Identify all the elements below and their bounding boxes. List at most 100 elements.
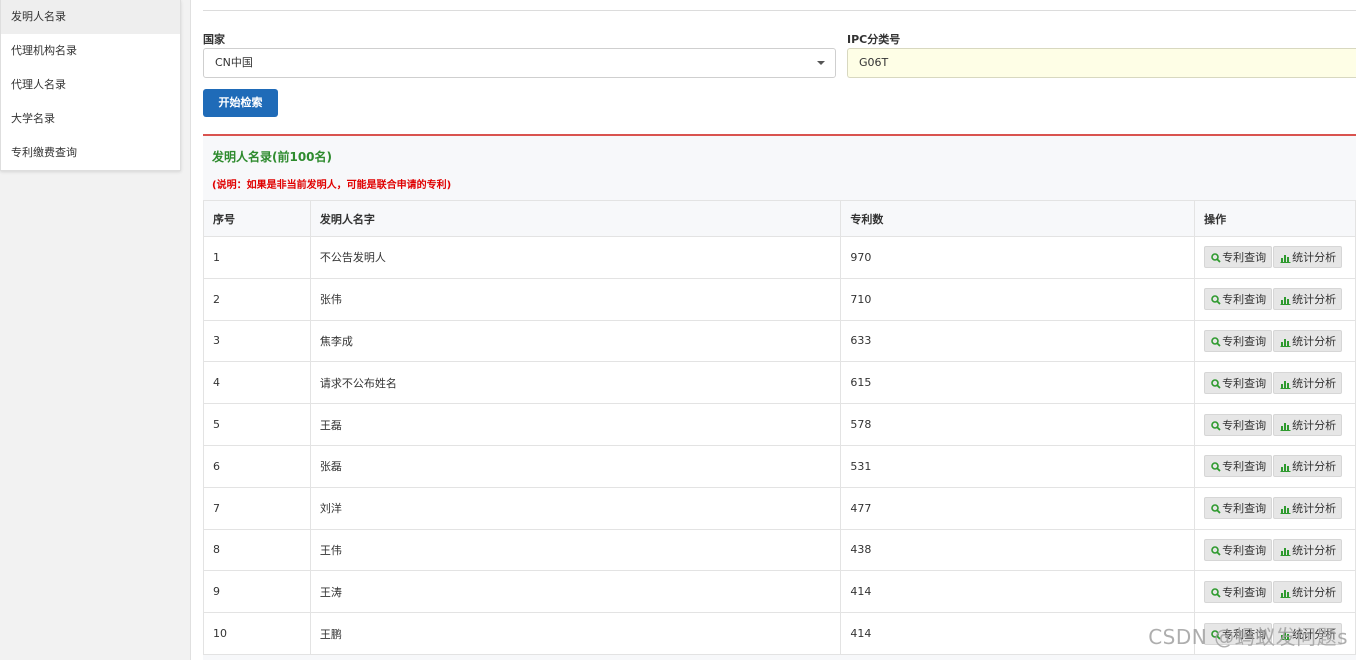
- stats-analysis-label: 统计分析: [1292, 585, 1337, 599]
- header-actions: 操作: [1194, 200, 1356, 237]
- header-count: 专利数: [840, 200, 1196, 237]
- stats-analysis-button[interactable]: 统计分析: [1273, 497, 1343, 520]
- stats-analysis-button[interactable]: 统计分析: [1273, 246, 1343, 269]
- patent-search-button[interactable]: 专利查询: [1204, 329, 1273, 352]
- table-row: 5 王磊 578 专利查询 统计分析: [203, 403, 1356, 446]
- cell-actions: 专利查询 统计分析: [1194, 403, 1356, 446]
- cell-count: 970: [840, 236, 1196, 279]
- magnifier-icon: [1211, 251, 1222, 264]
- cell-count: 531: [840, 444, 1196, 488]
- header-name: 发明人名字: [309, 200, 842, 237]
- table-row: 8 王伟 438 专利查询 统计分析: [203, 528, 1356, 572]
- ipc-label: IPC分类号: [847, 33, 901, 46]
- stats-analysis-label: 统计分析: [1292, 502, 1337, 516]
- country-select-value: CN中国: [215, 56, 253, 69]
- magnifier-icon: [1211, 586, 1222, 599]
- patent-search-button[interactable]: 专利查询: [1204, 497, 1273, 520]
- stats-analysis-button[interactable]: 统计分析: [1273, 580, 1343, 603]
- cell-name: 张磊: [309, 444, 842, 488]
- cell-no: 7: [203, 486, 311, 530]
- table-row: 4 请求不公布姓名 615 专利查询 统计分析: [203, 361, 1356, 405]
- cell-name: 王涛: [309, 570, 842, 614]
- results-panel: 发明人名录(前100名) (说明：如果是非当前发明人，可能是联合申请的专利) 序…: [203, 134, 1356, 660]
- patent-search-label: 专利查询: [1222, 543, 1267, 557]
- patent-search-button[interactable]: 专利查询: [1204, 288, 1273, 311]
- main-content: 国家 IPC分类号 CN中国 G06T 开始检索 发明人名录(前100名) (说…: [203, 0, 1356, 660]
- cell-name: 王伟: [309, 528, 842, 572]
- bar-chart-icon: [1280, 335, 1292, 348]
- cell-count: 615: [840, 361, 1196, 405]
- cell-count: 438: [840, 528, 1196, 572]
- cell-no: 5: [203, 403, 311, 446]
- stats-analysis-label: 统计分析: [1292, 376, 1337, 390]
- sidebar-item-universities[interactable]: 大学名录: [1, 102, 180, 136]
- patent-search-button[interactable]: 专利查询: [1204, 371, 1273, 394]
- magnifier-icon: [1211, 544, 1222, 557]
- inventor-table: 序号 发明人名字 专利数 操作 1 不公告发明人 970 专利查询 统计分析 2 张伟 710…: [203, 200, 1356, 655]
- patent-search-label: 专利查询: [1222, 334, 1267, 348]
- stats-analysis-button[interactable]: 统计分析: [1273, 329, 1343, 352]
- patent-search-button[interactable]: 专利查询: [1204, 246, 1273, 269]
- stats-analysis-label: 统计分析: [1292, 334, 1337, 348]
- bar-chart-icon: [1280, 293, 1292, 306]
- cell-no: 3: [203, 319, 311, 363]
- table-header-row: 序号 发明人名字 专利数 操作: [203, 200, 1356, 237]
- caret-down-icon: [817, 61, 825, 65]
- patent-search-button[interactable]: 专利查询: [1204, 580, 1273, 603]
- cell-name: 张伟: [309, 277, 842, 321]
- panel-note: (说明：如果是非当前发明人，可能是联合申请的专利): [212, 180, 452, 191]
- cell-no: 4: [203, 361, 311, 405]
- table-row: 3 焦李成 633 专利查询 统计分析: [203, 319, 1356, 363]
- cell-count: 633: [840, 319, 1196, 363]
- stats-analysis-label: 统计分析: [1292, 251, 1337, 265]
- stats-analysis-button[interactable]: 统计分析: [1273, 413, 1343, 436]
- bar-chart-icon: [1280, 419, 1292, 432]
- stats-analysis-button[interactable]: 统计分析: [1273, 371, 1343, 394]
- search-button[interactable]: 开始检索: [203, 89, 278, 117]
- cell-actions: 专利查询 统计分析: [1194, 486, 1356, 530]
- bar-chart-icon: [1280, 544, 1292, 557]
- table-row: 1 不公告发明人 970 专利查询 统计分析: [203, 236, 1356, 279]
- patent-search-label: 专利查询: [1222, 376, 1267, 390]
- table-row: 9 王涛 414 专利查询 统计分析: [203, 570, 1356, 614]
- cell-name: 不公告发明人: [309, 236, 842, 279]
- patent-search-button[interactable]: 专利查询: [1204, 455, 1273, 478]
- cell-count: 477: [840, 486, 1196, 530]
- country-label: 国家: [203, 33, 225, 46]
- bar-chart-icon: [1280, 377, 1292, 390]
- panel-title: 发明人名录(前100名): [212, 150, 333, 164]
- sidebar-item-agents[interactable]: 代理人名录: [1, 68, 180, 102]
- sidebar-item-agencies[interactable]: 代理机构名录: [1, 34, 180, 68]
- patent-search-button[interactable]: 专利查询: [1204, 538, 1273, 561]
- cell-no: 2: [203, 277, 311, 321]
- table-row: 6 张磊 531 专利查询 统计分析: [203, 444, 1356, 488]
- patent-search-label: 专利查询: [1222, 460, 1267, 474]
- cell-actions: 专利查询 统计分析: [1194, 236, 1356, 279]
- sidebar-item-inventors[interactable]: 发明人名录: [1, 0, 180, 34]
- sidebar-item-fee-query[interactable]: 专利缴费查询: [1, 136, 180, 170]
- divider: [203, 10, 1356, 11]
- stats-analysis-button[interactable]: 统计分析: [1273, 538, 1343, 561]
- stats-analysis-button[interactable]: 统计分析: [1273, 455, 1343, 478]
- cell-count: 710: [840, 277, 1196, 321]
- bar-chart-icon: [1280, 460, 1292, 473]
- patent-search-label: 专利查询: [1222, 502, 1267, 516]
- stats-analysis-button[interactable]: 统计分析: [1273, 288, 1343, 311]
- bar-chart-icon: [1280, 586, 1292, 599]
- cell-no: 9: [203, 570, 311, 614]
- patent-search-button[interactable]: 专利查询: [1204, 413, 1273, 436]
- ipc-input[interactable]: G06T: [847, 48, 1356, 78]
- magnifier-icon: [1211, 419, 1222, 432]
- cell-actions: 专利查询 统计分析: [1194, 361, 1356, 405]
- stats-analysis-label: 统计分析: [1292, 418, 1337, 432]
- stats-analysis-label: 统计分析: [1292, 293, 1337, 307]
- stats-analysis-label: 统计分析: [1292, 460, 1337, 474]
- patent-search-label: 专利查询: [1222, 293, 1267, 307]
- table-row: 7 刘洋 477 专利查询 统计分析: [203, 486, 1356, 530]
- cell-actions: 专利查询 统计分析: [1194, 528, 1356, 572]
- country-select[interactable]: CN中国: [203, 48, 836, 78]
- cell-count: 414: [840, 612, 1196, 655]
- cell-actions: 专利查询 统计分析: [1194, 570, 1356, 614]
- cell-actions: 专利查询 统计分析: [1194, 319, 1356, 363]
- patent-search-label: 专利查询: [1222, 418, 1267, 432]
